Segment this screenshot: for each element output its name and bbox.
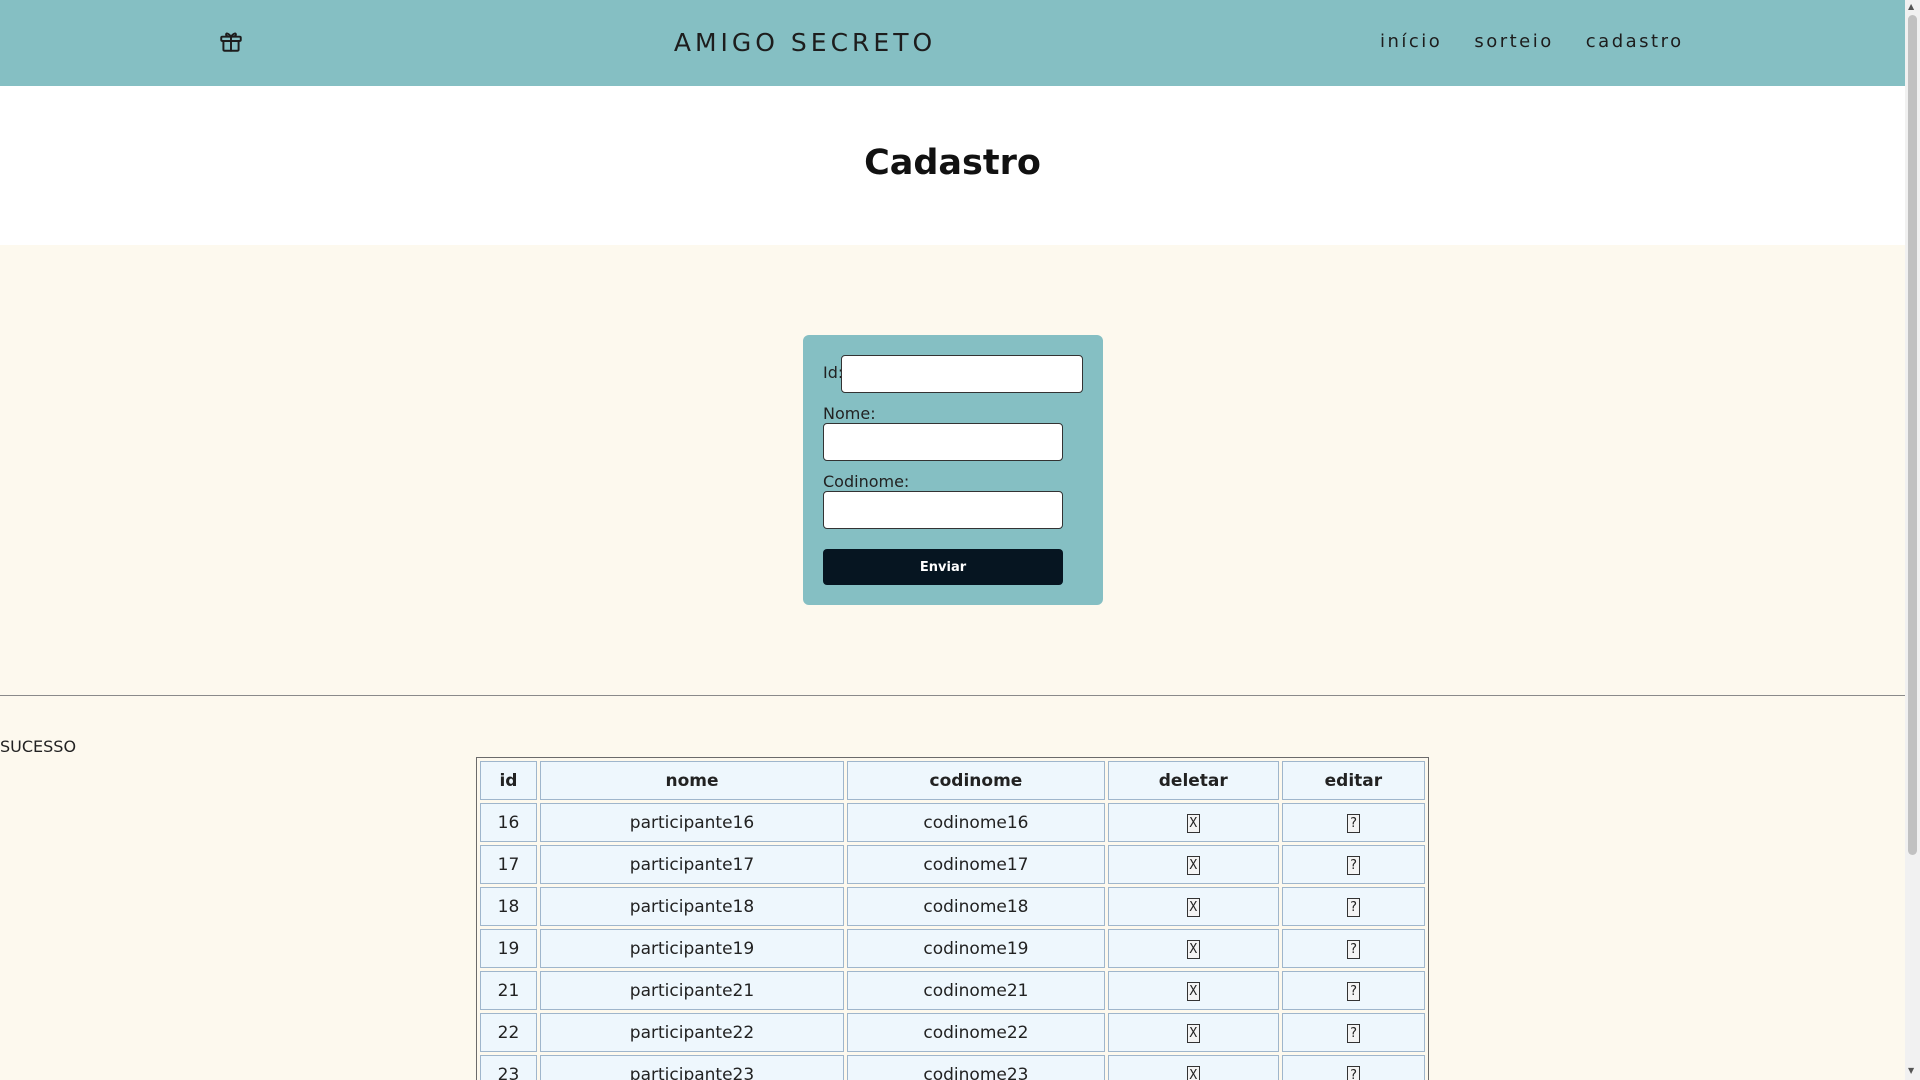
codinome-label: Codinome: <box>823 472 910 491</box>
cell-nome: participante21 <box>539 971 845 1010</box>
codinome-field[interactable] <box>823 491 1063 529</box>
page-title: Cadastro <box>864 143 1041 183</box>
cell-editar: ? <box>1281 971 1425 1010</box>
cell-deletar: X <box>1107 1013 1279 1052</box>
nav-cadastro[interactable]: cadastro <box>1586 31 1684 52</box>
table-row: 16 participante16 codinome16 X ? <box>480 803 1425 842</box>
table-row: 18 participante18 codinome18 X ? <box>480 887 1425 926</box>
cell-deletar: X <box>1107 803 1279 842</box>
cell-id: 16 <box>480 803 537 842</box>
delete-button[interactable]: X <box>1186 1066 1200 1080</box>
edit-button[interactable]: ? <box>1346 1024 1360 1043</box>
cell-editar: ? <box>1281 887 1425 926</box>
main-nav: início sorteio cadastro <box>1380 31 1684 52</box>
table-row: 21 participante21 codinome21 X ? <box>480 971 1425 1010</box>
cell-nome: participante17 <box>539 845 845 884</box>
cell-codinome: codinome17 <box>847 845 1105 884</box>
column-header-codinome: codinome <box>847 761 1105 800</box>
nome-field[interactable] <box>823 423 1063 461</box>
delete-button[interactable]: X <box>1186 898 1200 917</box>
cadastro-form: Id: Nome: Codinome: Enviar <box>803 335 1103 605</box>
cell-codinome: codinome22 <box>847 1013 1105 1052</box>
scroll-down-arrow-icon[interactable]: ▼ <box>1908 1066 1914 1075</box>
column-header-id: id <box>480 761 537 800</box>
cell-deletar: X <box>1107 929 1279 968</box>
edit-button[interactable]: ? <box>1346 940 1360 959</box>
scroll-up-arrow-icon[interactable]: ▲ <box>1908 2 1914 11</box>
delete-button[interactable]: X <box>1186 814 1200 833</box>
divider <box>0 695 1905 696</box>
cell-editar: ? <box>1281 1013 1425 1052</box>
cell-codinome: codinome23 <box>847 1055 1105 1080</box>
navbar: AMIGO SECRETO início sorteio cadastro <box>0 0 1905 86</box>
delete-button[interactable]: X <box>1186 1024 1200 1043</box>
site-brand[interactable]: AMIGO SECRETO <box>0 28 1610 57</box>
id-field[interactable] <box>841 355 1083 393</box>
cell-editar: ? <box>1281 845 1425 884</box>
delete-button[interactable]: X <box>1186 856 1200 875</box>
cell-deletar: X <box>1107 971 1279 1010</box>
delete-button[interactable]: X <box>1186 940 1200 959</box>
enviar-button[interactable]: Enviar <box>823 549 1063 585</box>
edit-button[interactable]: ? <box>1346 898 1360 917</box>
column-header-deletar: deletar <box>1107 761 1279 800</box>
cell-editar: ? <box>1281 929 1425 968</box>
edit-button[interactable]: ? <box>1346 814 1360 833</box>
vertical-scrollbar[interactable]: ▲ ▼ <box>1905 0 1920 1080</box>
status-message: SUCESSO <box>0 737 77 756</box>
edit-button[interactable]: ? <box>1346 1066 1360 1080</box>
cell-deletar: X <box>1107 1055 1279 1080</box>
cell-id: 22 <box>480 1013 537 1052</box>
cell-nome: participante18 <box>539 887 845 926</box>
nome-label: Nome: <box>823 404 876 423</box>
participants-table: id nome codinome deletar editar 16 parti… <box>476 757 1429 1080</box>
table-row: 19 participante19 codinome19 X ? <box>480 929 1425 968</box>
column-header-nome: nome <box>539 761 845 800</box>
nav-inicio[interactable]: início <box>1380 31 1442 52</box>
delete-button[interactable]: X <box>1186 982 1200 1001</box>
cell-id: 23 <box>480 1055 537 1080</box>
cell-codinome: codinome18 <box>847 887 1105 926</box>
cell-codinome: codinome21 <box>847 971 1105 1010</box>
cell-codinome: codinome16 <box>847 803 1105 842</box>
cell-id: 18 <box>480 887 537 926</box>
cell-id: 21 <box>480 971 537 1010</box>
cell-codinome: codinome19 <box>847 929 1105 968</box>
table-row: 23 participante23 codinome23 X ? <box>480 1055 1425 1080</box>
table-row: 22 participante22 codinome22 X ? <box>480 1013 1425 1052</box>
cell-editar: ? <box>1281 803 1425 842</box>
column-header-editar: editar <box>1281 761 1425 800</box>
edit-button[interactable]: ? <box>1346 856 1360 875</box>
nav-sorteio[interactable]: sorteio <box>1474 31 1553 52</box>
cell-nome: participante19 <box>539 929 845 968</box>
cell-nome: participante22 <box>539 1013 845 1052</box>
cell-deletar: X <box>1107 845 1279 884</box>
page: AMIGO SECRETO início sorteio cadastro Ca… <box>0 0 1905 1080</box>
edit-button[interactable]: ? <box>1346 982 1360 1001</box>
cell-nome: participante23 <box>539 1055 845 1080</box>
cell-id: 19 <box>480 929 537 968</box>
cell-id: 17 <box>480 845 537 884</box>
cell-nome: participante16 <box>539 803 845 842</box>
scrollbar-thumb[interactable] <box>1908 15 1917 855</box>
cell-editar: ? <box>1281 1055 1425 1080</box>
table-row: 17 participante17 codinome17 X ? <box>480 845 1425 884</box>
cell-deletar: X <box>1107 887 1279 926</box>
table-header-row: id nome codinome deletar editar <box>480 761 1425 800</box>
title-band: Cadastro <box>0 86 1905 245</box>
